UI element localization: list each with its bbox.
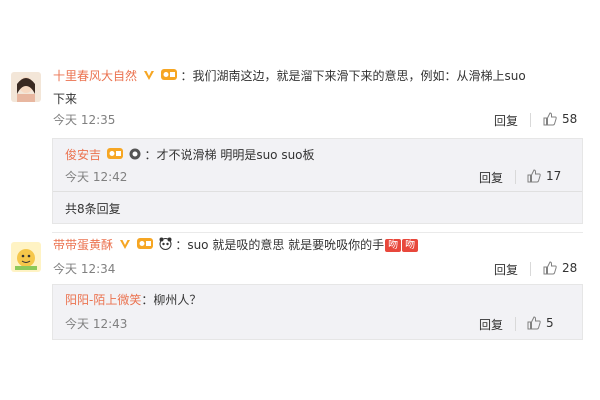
reply-button[interactable]: 回复 bbox=[479, 169, 503, 186]
reply-username[interactable]: 俊安吉 bbox=[65, 148, 101, 162]
like-button[interactable]: 5 bbox=[527, 316, 554, 330]
avatar[interactable] bbox=[11, 72, 41, 102]
reply-text-line: 阳阳-陌上微笑：柳州人？ bbox=[65, 292, 201, 308]
panda-icon bbox=[159, 237, 172, 254]
avatar[interactable] bbox=[11, 242, 41, 272]
comment-body-continued: 下来 bbox=[53, 92, 78, 106]
reply-timestamp: 今天 12:42 bbox=[65, 170, 128, 184]
vip-badge-icon bbox=[136, 237, 153, 254]
thumbs-up-icon bbox=[527, 316, 541, 330]
reply-button[interactable]: 回复 bbox=[494, 112, 518, 129]
reply-button[interactable]: 回复 bbox=[479, 316, 503, 333]
comment-divider bbox=[52, 232, 583, 233]
comment-username[interactable]: 带带蛋黄酥 bbox=[53, 238, 113, 252]
like-button[interactable]: 58 bbox=[543, 112, 577, 126]
reply-divider bbox=[53, 191, 582, 192]
comments-panel: 十里春风大自然 ：我们湖南这边，就是溜下来滑下来的意思，例如：从滑梯上suo 下… bbox=[0, 62, 600, 393]
verified-v-icon bbox=[143, 69, 155, 85]
like-button[interactable]: 28 bbox=[543, 261, 577, 275]
reply-timestamp: 今天 12:43 bbox=[65, 317, 128, 331]
verified-v-icon bbox=[119, 238, 131, 254]
reply-body: ：才不说滑梯 明明是suo suo板 bbox=[144, 148, 315, 162]
comment-body: ：suo 就是吸的意思 就是要吮吸你的手 bbox=[175, 238, 385, 252]
reply-body: ：柳州人？ bbox=[141, 293, 202, 307]
comment-text-line: 十里春风大自然 ：我们湖南这边，就是溜下来滑下来的意思，例如：从滑梯上suo bbox=[53, 68, 526, 85]
more-replies-link[interactable]: 共8条回复 bbox=[65, 201, 121, 217]
like-count: 5 bbox=[546, 316, 554, 330]
thumbs-up-icon bbox=[527, 169, 541, 183]
comment-username[interactable]: 十里春风大自然 bbox=[53, 69, 137, 83]
action-divider bbox=[530, 113, 531, 127]
thumbs-up-icon bbox=[543, 112, 557, 126]
comment-text-line: 带带蛋黄酥 ：suo 就是吸的意思 就是要吮吸你的手吻吻 bbox=[53, 237, 419, 254]
reply-button[interactable]: 回复 bbox=[494, 261, 518, 278]
kiss-emoji-tag: 吻 bbox=[402, 239, 419, 252]
medal-icon bbox=[129, 148, 141, 164]
kiss-emoji-tag: 吻 bbox=[385, 239, 402, 252]
reply-box: 俊安吉 ：才不说滑梯 明明是suo suo板 今天 12:42 回复 17 共8… bbox=[52, 138, 583, 224]
watermark: 百家号/日历月份表 bbox=[452, 380, 553, 393]
action-divider bbox=[515, 317, 516, 331]
reply-text-line: 俊安吉 ：才不说滑梯 明明是suo suo板 bbox=[65, 147, 315, 164]
comment-timestamp: 今天 12:35 bbox=[53, 113, 116, 127]
like-count: 28 bbox=[562, 261, 578, 275]
vip-badge-icon bbox=[160, 68, 177, 85]
action-divider bbox=[530, 262, 531, 276]
action-divider bbox=[515, 170, 516, 184]
comment-body: ：我们湖南这边，就是溜下来滑下来的意思，例如：从滑梯上suo bbox=[180, 69, 526, 83]
thumbs-up-icon bbox=[543, 261, 557, 275]
reply-box: 阳阳-陌上微笑：柳州人？ 今天 12:43 回复 5 bbox=[52, 284, 583, 340]
reply-username[interactable]: 阳阳-陌上微笑 bbox=[65, 293, 141, 307]
comment-timestamp: 今天 12:34 bbox=[53, 262, 116, 276]
like-count: 58 bbox=[562, 112, 578, 126]
like-button[interactable]: 17 bbox=[527, 169, 561, 183]
vip-badge-icon bbox=[106, 147, 123, 164]
like-count: 17 bbox=[546, 169, 562, 183]
